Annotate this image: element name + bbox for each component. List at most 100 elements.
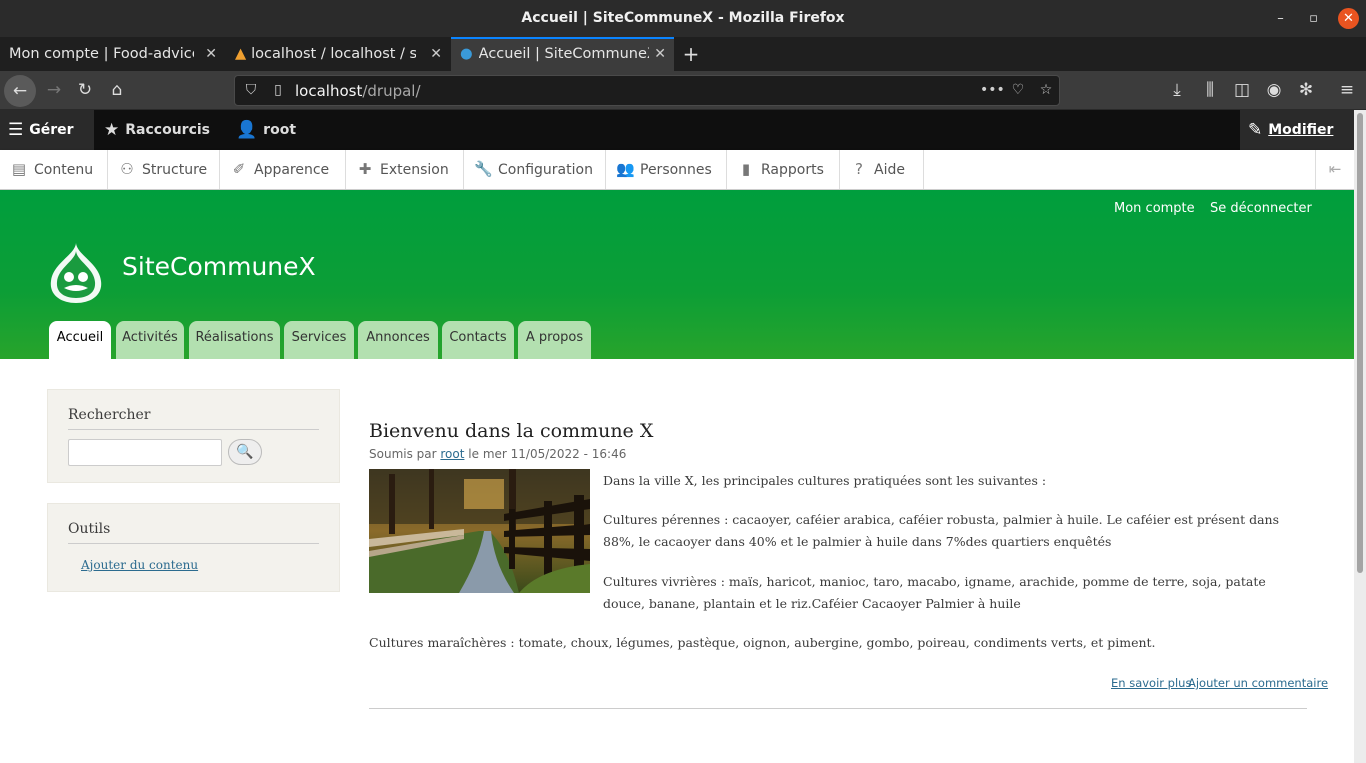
url-bar[interactable]: ⛉ ▯ localhost/drupal/ ••• ♡ ☆ bbox=[234, 75, 1060, 106]
shortcuts-label: Raccourcis bbox=[125, 122, 210, 138]
main-tab-contacts[interactable]: Contacts bbox=[442, 321, 514, 359]
tab-title: Accueil | SiteCommuneX bbox=[478, 46, 649, 62]
admin-menu-bar: ▤ Contenu ⚇ Structure ✐ Apparence ✚ Extensio… bbox=[0, 150, 1354, 190]
admin-menu-label: Aide bbox=[874, 162, 905, 178]
collapse-toolbar-icon[interactable]: ⇤ bbox=[1315, 150, 1354, 189]
user-icon: 👤 bbox=[236, 120, 258, 140]
new-tab-button[interactable]: + bbox=[680, 37, 702, 71]
author-link[interactable]: root bbox=[440, 447, 464, 461]
url-path: /drupal/ bbox=[362, 82, 421, 100]
brush-icon: ✐ bbox=[232, 160, 246, 178]
hamburger-icon: ☰ bbox=[8, 120, 24, 140]
minimize-icon[interactable]: – bbox=[1270, 8, 1291, 29]
close-tab-icon[interactable]: ✕ bbox=[205, 37, 217, 71]
node-image[interactable] bbox=[369, 469, 590, 593]
paragraph: Dans la ville X, les principales culture… bbox=[603, 473, 1047, 488]
submitted-prefix: Soumis par bbox=[369, 447, 437, 461]
navigation-bar: ← → ↻ ⌂ ⛉ ▯ localhost/drupal/ ••• ♡ ☆ ⤓ … bbox=[0, 71, 1366, 110]
page-actions-icon[interactable]: ••• bbox=[980, 80, 1005, 100]
admin-toolbar: ☰ Gérer ★ Raccourcis 👤 root ✎ Modifier bbox=[0, 110, 1354, 150]
admin-menu-label: Configuration bbox=[498, 162, 593, 178]
browser-tab-active[interactable]: ● Accueil | SiteCommuneX ✕ bbox=[451, 37, 674, 71]
shortcuts-button[interactable]: ★ Raccourcis bbox=[96, 110, 210, 150]
close-tab-icon[interactable]: ✕ bbox=[430, 37, 442, 71]
admin-menu-label: Contenu bbox=[34, 162, 94, 178]
close-window-icon[interactable]: ✕ bbox=[1338, 8, 1359, 29]
search-input[interactable] bbox=[68, 439, 222, 466]
bookmark-star-icon[interactable]: ☆ bbox=[1036, 80, 1056, 100]
link-my-account[interactable]: Mon compte bbox=[1114, 201, 1195, 216]
people-icon: 👥 bbox=[616, 160, 635, 178]
search-block-title: Rechercher bbox=[68, 407, 151, 423]
star-icon: ★ bbox=[104, 120, 120, 140]
url-host: localhost bbox=[295, 82, 363, 100]
link-logout[interactable]: Se déconnecter bbox=[1210, 201, 1312, 216]
tab-bar: Mon compte | Food-advice ✕ ▲ localhost / … bbox=[0, 37, 1366, 71]
page-icon: ▯ bbox=[274, 82, 282, 98]
extension-icon[interactable]: ✻ bbox=[1292, 76, 1320, 104]
divider bbox=[68, 543, 319, 544]
admin-menu-structure[interactable]: ⚇ Structure bbox=[108, 150, 220, 189]
manage-button[interactable]: ☰ Gérer bbox=[0, 110, 94, 150]
window-title: Accueil | SiteCommuneX - Mozilla Firefox bbox=[521, 10, 845, 26]
admin-menu-people[interactable]: 👥 Personnes bbox=[606, 150, 727, 189]
edit-label: Modifier bbox=[1268, 122, 1334, 138]
admin-menu-label: Extension bbox=[380, 162, 449, 178]
forward-button[interactable]: → bbox=[40, 76, 68, 104]
main-tab-activities[interactable]: Activités bbox=[116, 321, 184, 359]
search-icon: 🔍 bbox=[236, 444, 254, 460]
search-block: Rechercher 🔍 bbox=[47, 389, 340, 483]
admin-menu-appearance[interactable]: ✐ Apparence bbox=[220, 150, 346, 189]
main-tab-achievements[interactable]: Réalisations bbox=[189, 321, 280, 359]
admin-menu-extension[interactable]: ✚ Extension bbox=[346, 150, 464, 189]
home-button[interactable]: ⌂ bbox=[103, 76, 131, 104]
library-icon[interactable]: ⫼ bbox=[1196, 76, 1224, 104]
tools-block-title: Outils bbox=[68, 521, 111, 537]
main-tab-announcements[interactable]: Annonces bbox=[358, 321, 438, 359]
node-separator bbox=[369, 708, 1307, 709]
divider bbox=[68, 429, 319, 430]
menu-icon[interactable]: ≡ bbox=[1333, 76, 1361, 104]
add-content-link[interactable]: Ajouter du contenu bbox=[81, 558, 198, 572]
main-tab-services[interactable]: Services bbox=[284, 321, 354, 359]
add-comment-link[interactable]: Ajouter un commentaire bbox=[1188, 676, 1328, 690]
maximize-icon[interactable]: ▫ bbox=[1303, 8, 1324, 29]
node-title[interactable]: Bienvenu dans la commune X bbox=[369, 420, 653, 442]
help-icon: ? bbox=[855, 160, 863, 178]
admin-menu-content[interactable]: ▤ Contenu bbox=[0, 150, 108, 189]
account-icon[interactable]: ◉ bbox=[1260, 76, 1288, 104]
pocket-icon[interactable]: ♡ bbox=[1008, 80, 1028, 100]
sidebar-icon[interactable]: ◫ bbox=[1228, 76, 1256, 104]
puzzle-icon: ✚ bbox=[358, 160, 372, 178]
admin-menu-configuration[interactable]: 🔧 Configuration bbox=[464, 150, 606, 189]
admin-menu-reports[interactable]: ▮ Rapports bbox=[727, 150, 840, 189]
browser-tab[interactable]: ▲ localhost / localhost / sit ✕ bbox=[226, 37, 450, 71]
admin-menu-label: Rapports bbox=[761, 162, 824, 178]
shield-icon[interactable]: ⛉ bbox=[241, 80, 261, 100]
user-button[interactable]: 👤 root bbox=[228, 110, 296, 150]
paragraph: Cultures maraîchères : tomate, choux, lé… bbox=[369, 635, 1156, 650]
drupal-logo[interactable] bbox=[47, 241, 105, 305]
browser-tab[interactable]: Mon compte | Food-advice ✕ bbox=[0, 37, 225, 71]
close-tab-icon[interactable]: ✕ bbox=[654, 39, 666, 70]
phpmyadmin-favicon-icon: ▲ bbox=[235, 46, 247, 62]
search-button[interactable]: 🔍 bbox=[228, 439, 262, 465]
bar-chart-icon: ▮ bbox=[741, 160, 751, 178]
tools-block: Outils Ajouter du contenu bbox=[47, 503, 340, 592]
paragraph: Cultures vivrières : maïs, haricot, mani… bbox=[603, 574, 1266, 611]
main-tab-about[interactable]: A propos bbox=[518, 321, 591, 359]
admin-menu-label: Structure bbox=[142, 162, 208, 178]
admin-menu-label: Apparence bbox=[254, 162, 330, 178]
reload-button[interactable]: ↻ bbox=[71, 76, 99, 104]
download-icon[interactable]: ⤓ bbox=[1163, 76, 1191, 104]
edit-button[interactable]: ✎ Modifier bbox=[1240, 110, 1354, 150]
read-more-link[interactable]: En savoir plus bbox=[1111, 676, 1191, 690]
site-name[interactable]: SiteCommuneX bbox=[122, 252, 316, 281]
back-button[interactable]: ← bbox=[4, 75, 36, 107]
main-tab-home[interactable]: Accueil bbox=[49, 321, 111, 359]
paragraph: Cultures pérennes : cacaoyer, caféier ar… bbox=[603, 512, 1280, 549]
page-scrollbar[interactable] bbox=[1354, 110, 1366, 763]
node-submitted: Soumis par root le mer 11/05/2022 - 16:4… bbox=[369, 447, 626, 461]
scrollbar-thumb[interactable] bbox=[1357, 113, 1363, 573]
admin-menu-help[interactable]: ? Aide bbox=[840, 150, 924, 189]
